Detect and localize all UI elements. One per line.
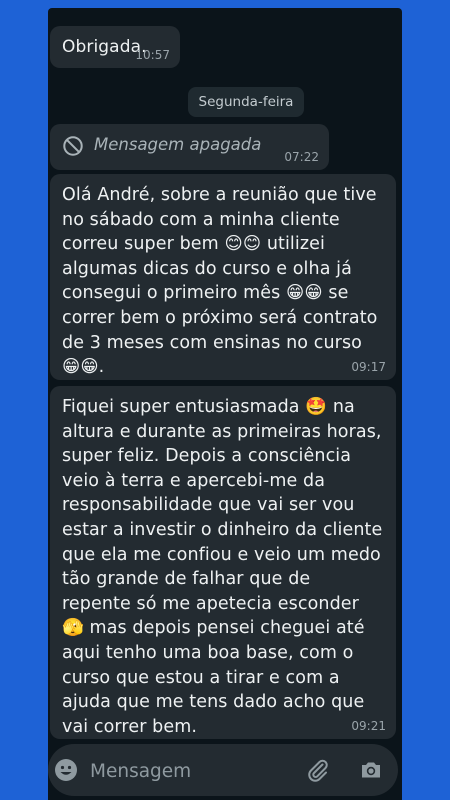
camera-icon[interactable] xyxy=(359,758,383,782)
paperclip-icon[interactable] xyxy=(306,758,330,782)
date-divider: Segunda-feira xyxy=(188,87,304,117)
deleted-message-text: Mensagem apagada xyxy=(94,135,262,154)
phone-screen: Obrigada. 10:57 Segunda-feira Mensagem a… xyxy=(48,8,402,800)
message-text: Fiquei super entusiasmada 🤩 na altura e … xyxy=(62,397,383,737)
message-text: Obrigada. xyxy=(62,37,147,57)
message-time: 10:57 xyxy=(135,48,170,62)
message-time: 07:22 xyxy=(284,150,319,164)
block-icon xyxy=(63,136,83,156)
message-bubble[interactable]: Obrigada. 10:57 xyxy=(50,26,180,68)
chat-area[interactable]: Obrigada. 10:57 Segunda-feira Mensagem a… xyxy=(48,8,402,756)
message-bubble[interactable]: Fiquei super entusiasmada 🤩 na altura e … xyxy=(50,386,396,739)
cutoff-indicator xyxy=(82,8,94,10)
emoji-icon[interactable] xyxy=(54,758,78,782)
message-bubble[interactable]: Olá André, sobre a reunião que tive no s… xyxy=(50,174,396,380)
message-time: 09:17 xyxy=(351,360,386,374)
message-composer xyxy=(48,744,398,796)
message-time: 09:21 xyxy=(351,719,386,733)
deleted-message-bubble[interactable]: Mensagem apagada 07:22 xyxy=(50,124,329,170)
message-text: Olá André, sobre a reunião que tive no s… xyxy=(62,185,378,378)
message-input[interactable] xyxy=(88,754,292,788)
